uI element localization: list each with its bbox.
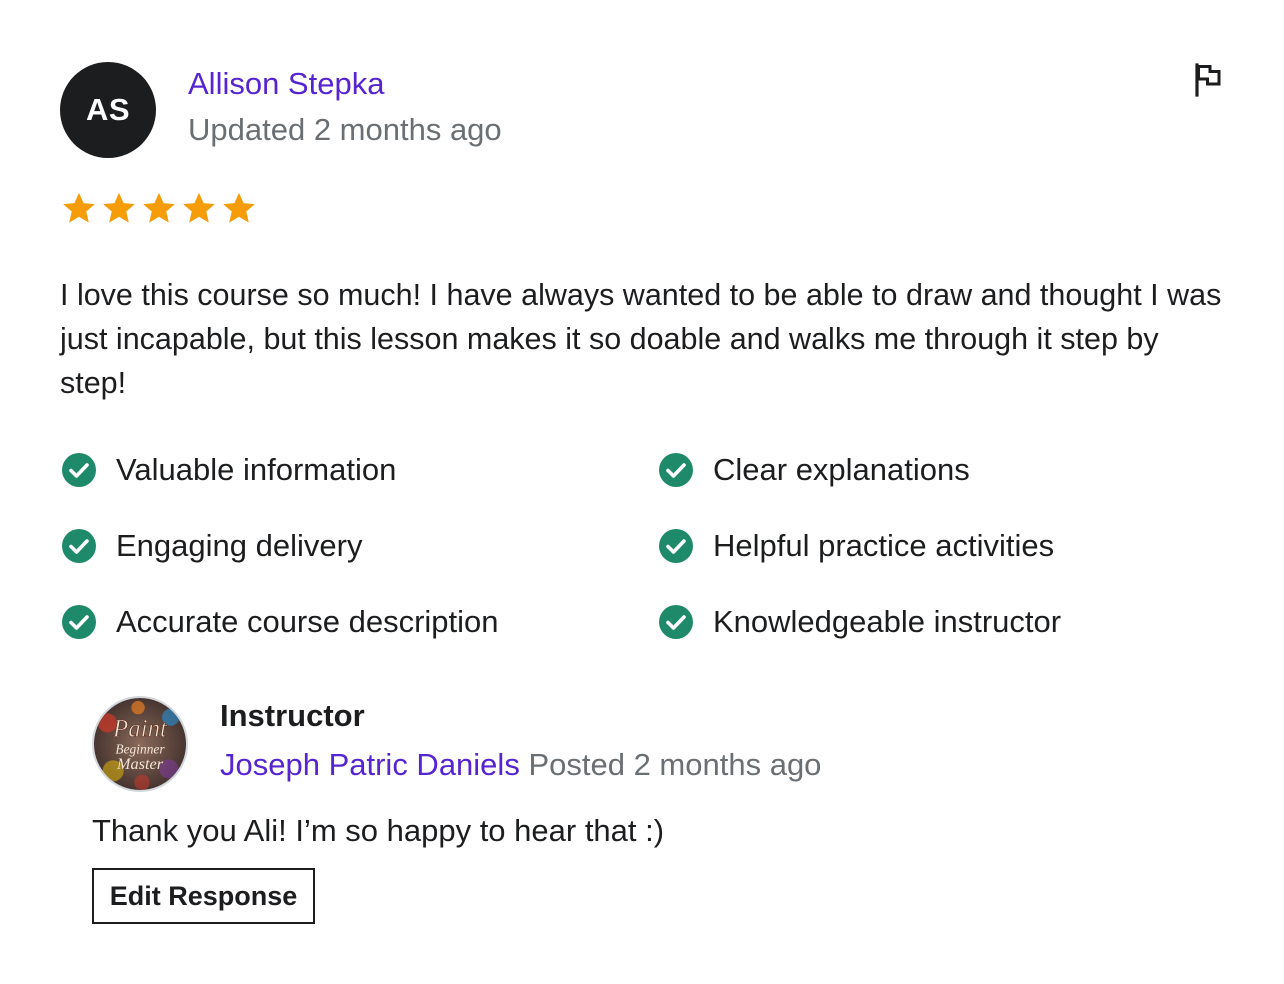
instructor-name[interactable]: Joseph Patric Daniels: [220, 747, 520, 782]
review-tags: Valuable information Clear explanations …: [60, 452, 1240, 640]
star-icon: [143, 192, 175, 223]
tag-label: Valuable information: [116, 452, 397, 487]
tag-item: Clear explanations: [657, 452, 1240, 488]
tag-item: Valuable information: [60, 452, 657, 488]
logo-text-paint: Paint: [112, 715, 168, 742]
review-card: AS Allison Stepka Updated 2 months ago I…: [0, 0, 1284, 984]
avatar-initials: AS: [85, 92, 131, 127]
check-circle-icon: [62, 605, 96, 639]
tag-label: Helpful practice activities: [713, 528, 1055, 563]
instructor-role-label: Instructor: [220, 698, 365, 733]
tag-item: Helpful practice activities: [657, 528, 1240, 564]
tag-label: Accurate course description: [116, 604, 499, 639]
tag-label: Knowledgeable instructor: [713, 604, 1062, 639]
tag-label: Clear explanations: [713, 452, 970, 487]
check-circle-icon: [659, 529, 693, 563]
check-circle-icon: [62, 529, 96, 563]
check-circle-icon: [659, 605, 693, 639]
star-icon: [183, 192, 215, 223]
reviewer-name[interactable]: Allison Stepka: [188, 64, 384, 104]
response-text: Thank you Ali! I’m so happy to hear that…: [92, 813, 665, 848]
response-posted-time: Posted 2 months ago: [528, 747, 822, 782]
check-circle-icon: [659, 453, 693, 487]
flag-icon[interactable]: [1188, 60, 1226, 98]
tag-item: Knowledgeable instructor: [657, 604, 1240, 640]
logo-text-master: Master: [116, 754, 164, 773]
instructor-avatar: Paint Beginner Master: [92, 696, 188, 792]
tag-label: Engaging delivery: [116, 528, 363, 563]
instructor-logo-image: Paint Beginner Master: [94, 698, 186, 790]
tag-item: Engaging delivery: [60, 528, 657, 564]
star-rating: [60, 190, 258, 228]
tag-item: Accurate course description: [60, 604, 657, 640]
reviewer-avatar: AS: [60, 62, 156, 158]
star-icon: [103, 192, 135, 223]
check-circle-icon: [62, 453, 96, 487]
star-icon: [63, 192, 95, 223]
instructor-meta: Joseph Patric Daniels Posted 2 months ag…: [220, 745, 821, 785]
edit-response-button[interactable]: Edit Response: [92, 868, 315, 924]
review-updated-time: Updated 2 months ago: [188, 112, 502, 147]
review-text: I love this course so much! I have alway…: [60, 278, 1222, 400]
star-icon: [223, 192, 255, 223]
